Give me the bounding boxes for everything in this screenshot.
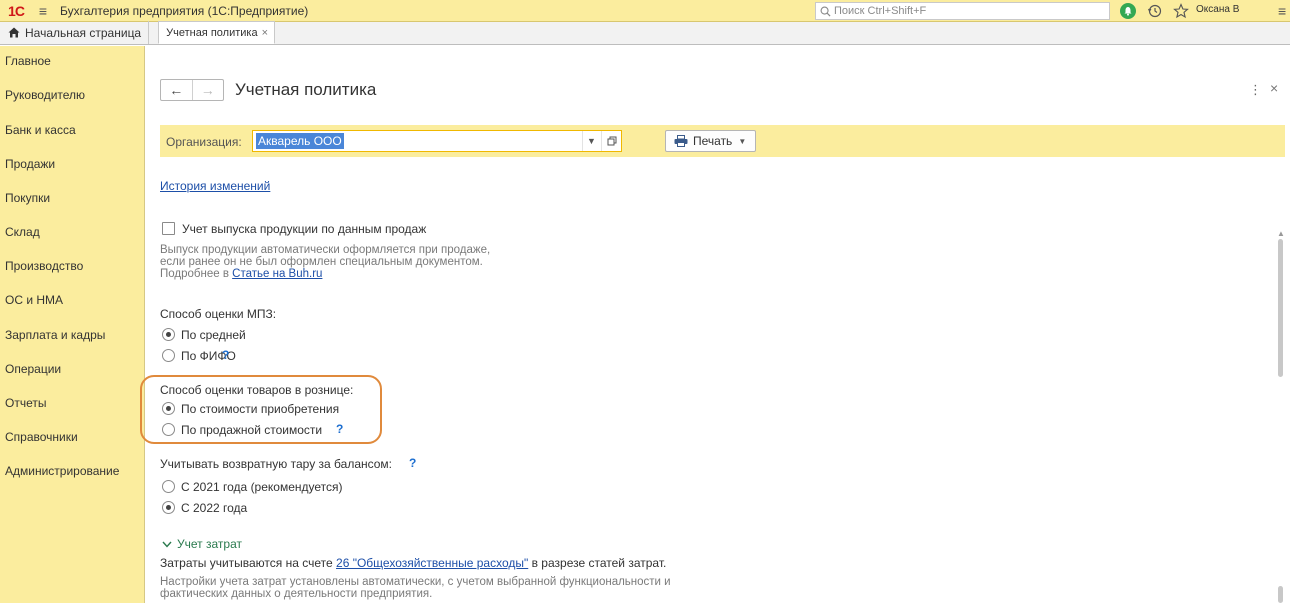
favorites-star-icon[interactable] bbox=[1173, 3, 1189, 19]
form-more-icon[interactable]: ⋮ bbox=[1249, 82, 1262, 98]
app-logo[interactable]: 1С bbox=[4, 0, 28, 22]
sidebar-item-production[interactable]: Производство bbox=[5, 259, 83, 273]
sidebar-item-purchases[interactable]: Покупки bbox=[5, 191, 50, 205]
mpz-help-icon[interactable]: ? bbox=[222, 348, 229, 362]
costs-section-label: Учет затрат bbox=[177, 537, 242, 551]
production-note-2: если ранее он не был оформлен специальны… bbox=[160, 256, 483, 268]
tab-accounting-policy[interactable]: Учетная политика × bbox=[158, 21, 276, 44]
printer-icon bbox=[674, 135, 688, 147]
more-menu-icon[interactable]: ≡ bbox=[1278, 3, 1286, 19]
sidebar-item-operations[interactable]: Операции bbox=[5, 362, 61, 376]
tab-close-icon[interactable]: × bbox=[262, 27, 268, 39]
production-note-3: Подробнее в Статье на Buh.ru bbox=[160, 268, 323, 280]
forward-arrow-icon[interactable]: → bbox=[193, 80, 224, 100]
organization-field[interactable]: Акварель ООО ▼ bbox=[252, 130, 622, 152]
costs-text: Затраты учитываются на счете 26 "Общехоз… bbox=[160, 556, 667, 570]
tara-help-icon[interactable]: ? bbox=[409, 456, 416, 470]
sidebar-item-manager[interactable]: Руководителю bbox=[5, 88, 85, 102]
buh-article-link[interactable]: Статье на Buh.ru bbox=[232, 268, 322, 280]
search-icon bbox=[820, 6, 831, 17]
nav-buttons: ← → bbox=[160, 79, 224, 101]
notifications-bell-icon[interactable] bbox=[1120, 3, 1136, 19]
organization-value: Акварель ООО bbox=[256, 133, 344, 149]
scroll-up-icon[interactable]: ▲ bbox=[1277, 229, 1285, 238]
tara-label: Учитывать возвратную тару за балансом: bbox=[160, 457, 393, 471]
account-26-link[interactable]: 26 "Общехозяйственные расходы" bbox=[336, 556, 528, 570]
tara-option-2021[interactable]: С 2021 года (рекомендуется) bbox=[181, 480, 343, 494]
scrollbar-thumb[interactable] bbox=[1278, 239, 1283, 377]
tabs-bar: Начальная страница Учетная политика × bbox=[0, 21, 1290, 45]
history-link[interactable]: История изменений bbox=[160, 179, 270, 193]
mpz-radio-fifo[interactable] bbox=[162, 349, 175, 362]
back-arrow-icon[interactable]: ← bbox=[161, 80, 193, 100]
user-name[interactable]: Оксана В bbox=[1196, 4, 1239, 15]
print-label: Печать bbox=[693, 134, 733, 148]
costs-note-2: фактических данных о деятельности предпр… bbox=[160, 588, 433, 600]
tara-radio-2022[interactable] bbox=[162, 501, 175, 514]
print-button[interactable]: Печать ▼ bbox=[665, 130, 756, 152]
app-title: Бухгалтерия предприятия (1С:Предприятие) bbox=[60, 3, 309, 18]
home-icon bbox=[8, 27, 20, 38]
sidebar-item-sales[interactable]: Продажи bbox=[5, 157, 55, 171]
production-note-1: Выпуск продукции автоматически оформляет… bbox=[160, 244, 491, 256]
chevron-down-icon bbox=[162, 541, 172, 548]
sidebar-item-main[interactable]: Главное bbox=[5, 54, 51, 68]
production-checkbox[interactable] bbox=[162, 222, 175, 235]
highlight-annotation bbox=[140, 375, 382, 444]
print-dropdown-icon: ▼ bbox=[738, 136, 747, 146]
organization-label: Организация: bbox=[166, 135, 242, 149]
mpz-label: Способ оценки МПЗ: bbox=[160, 307, 277, 321]
search-placeholder: Поиск Ctrl+Shift+F bbox=[834, 5, 927, 17]
tab-label: Учетная политика bbox=[166, 26, 258, 39]
dropdown-icon[interactable]: ▼ bbox=[582, 131, 600, 151]
sidebar-item-reports[interactable]: Отчеты bbox=[5, 396, 46, 410]
open-icon[interactable] bbox=[601, 131, 621, 151]
form-close-icon[interactable]: × bbox=[1270, 80, 1278, 96]
production-checkbox-label[interactable]: Учет выпуска продукции по данным продаж bbox=[182, 222, 426, 236]
tara-radio-2021[interactable] bbox=[162, 480, 175, 493]
tab-home-label: Начальная страница bbox=[25, 25, 142, 40]
costs-note-1: Настройки учета затрат установлены автом… bbox=[160, 576, 671, 588]
scrollbar-thumb-lower[interactable] bbox=[1278, 586, 1283, 603]
form-area: ← → Учетная политика ⋮ × Организация: Ак… bbox=[146, 46, 1290, 603]
tab-home[interactable]: Начальная страница bbox=[0, 21, 150, 44]
sidebar-item-warehouse[interactable]: Склад bbox=[5, 225, 40, 239]
sidebar-item-assets[interactable]: ОС и НМА bbox=[5, 293, 63, 307]
mpz-radio-average[interactable] bbox=[162, 328, 175, 341]
tara-option-2022[interactable]: С 2022 года bbox=[181, 501, 247, 515]
costs-section-toggle[interactable]: Учет затрат bbox=[162, 537, 242, 551]
search-input[interactable]: Поиск Ctrl+Shift+F bbox=[815, 2, 1110, 20]
history-icon[interactable] bbox=[1147, 3, 1163, 19]
page-title: Учетная политика bbox=[235, 80, 377, 99]
organization-bar: Организация: Акварель ООО ▼ Печать ▼ bbox=[160, 125, 1285, 157]
sidebar-item-salary[interactable]: Зарплата и кадры bbox=[5, 328, 105, 342]
sidebar-item-directories[interactable]: Справочники bbox=[5, 430, 78, 444]
sidebar: Главное Руководителю Банк и касса Продаж… bbox=[0, 46, 145, 603]
main-menu-icon[interactable]: ≡ bbox=[32, 3, 54, 19]
sidebar-item-admin[interactable]: Администрирование bbox=[5, 464, 119, 478]
sidebar-item-bank[interactable]: Банк и касса bbox=[5, 123, 76, 137]
mpz-option-average[interactable]: По средней bbox=[181, 328, 246, 342]
